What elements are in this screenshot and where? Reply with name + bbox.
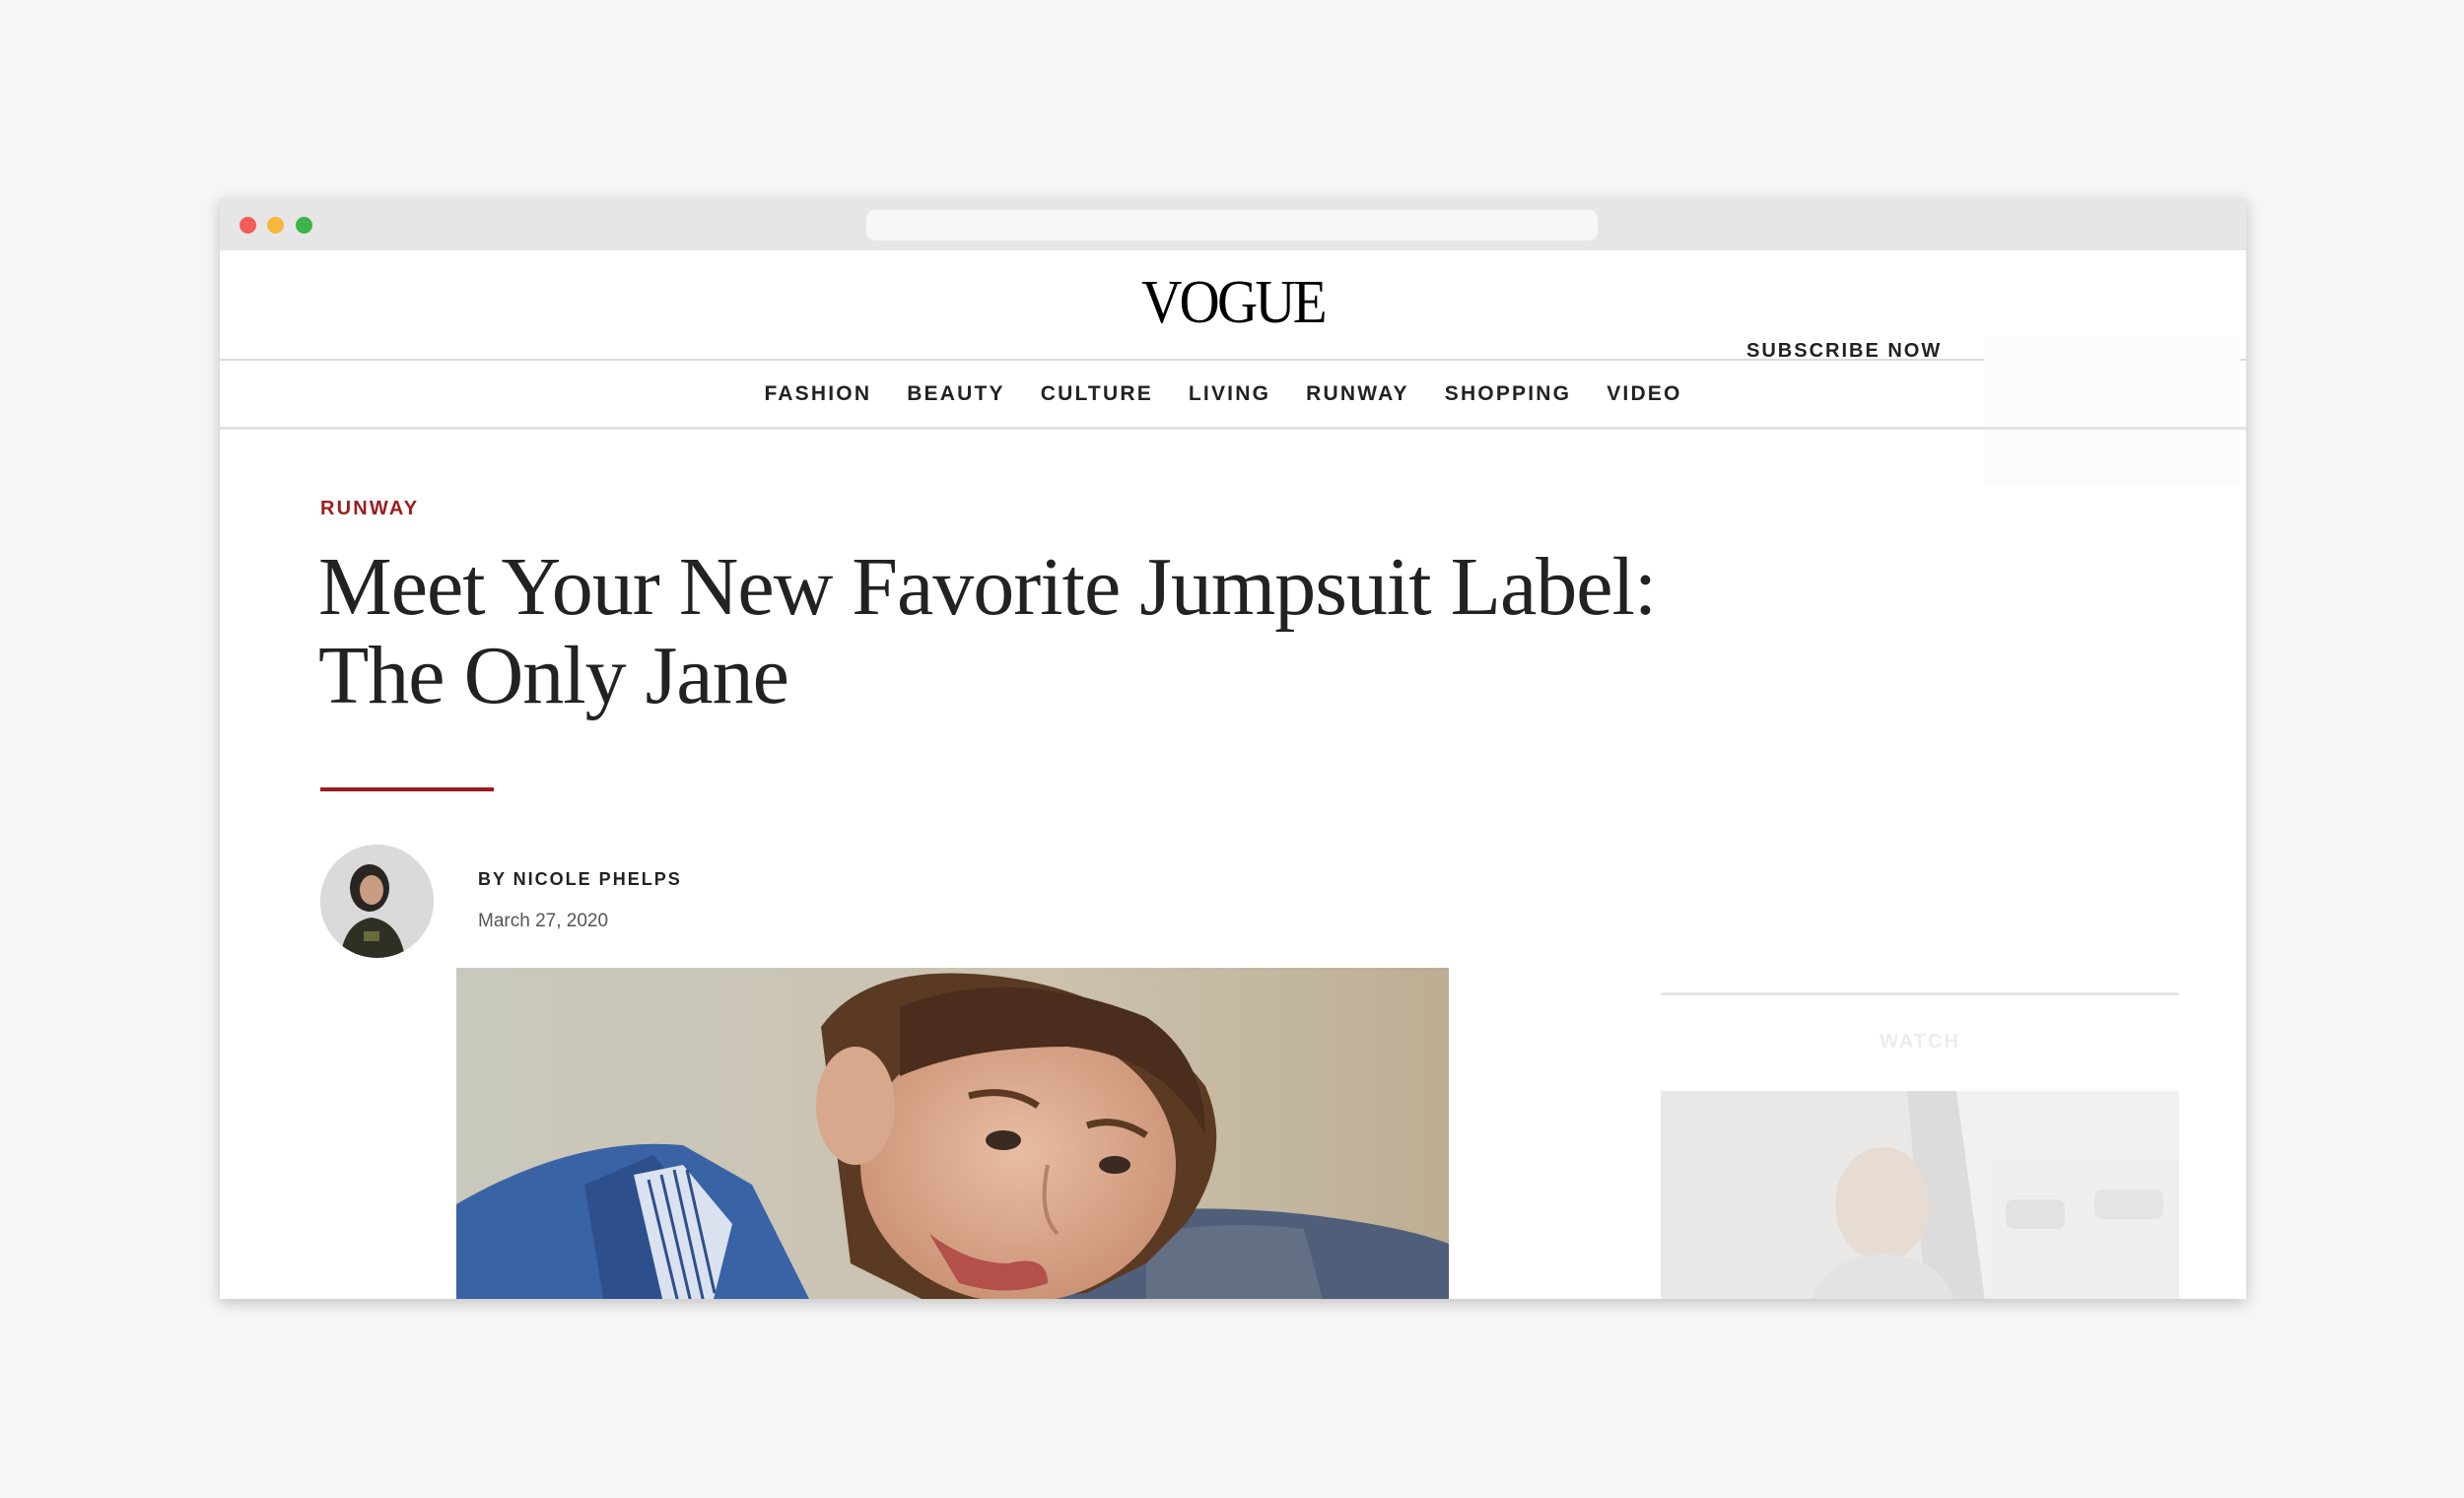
close-window-button[interactable]: [240, 217, 256, 234]
article-headline: Meet Your New Favorite Jumpsuit Label: T…: [318, 543, 1797, 720]
site-logo[interactable]: VOGUE: [301, 272, 2165, 333]
publish-date: March 27, 2020: [478, 911, 609, 931]
sidebar-video-thumbnail[interactable]: [1661, 1091, 2179, 1299]
nav-item-culture[interactable]: CULTURE: [1041, 382, 1153, 406]
browser-window: VOGUE SUBSCRIBE NOW FASHION BEAUTY CULTU…: [220, 198, 2246, 1299]
main-nav: FASHION BEAUTY CULTURE LIVING RUNWAY SHO…: [220, 361, 2246, 430]
nav-item-living[interactable]: LIVING: [1189, 382, 1270, 406]
minimize-window-button[interactable]: [267, 217, 284, 234]
nav-item-runway[interactable]: RUNWAY: [1306, 382, 1409, 406]
maximize-window-button[interactable]: [296, 217, 312, 234]
headline-divider: [320, 787, 494, 791]
nav-item-beauty[interactable]: BEAUTY: [907, 382, 1005, 406]
sidebar-watch-label: WATCH: [1880, 1031, 1960, 1053]
author-avatar[interactable]: [320, 845, 434, 958]
article-category-link[interactable]: RUNWAY: [320, 498, 419, 520]
headline-line-2: The Only Jane: [318, 630, 789, 721]
address-bar[interactable]: [866, 210, 1598, 240]
sidebar-divider: [1661, 992, 2179, 995]
browser-titlebar: [220, 198, 2246, 250]
author-byline[interactable]: BY NICOLE PHELPS: [478, 869, 682, 890]
headline-line-1: Meet Your New Favorite Jumpsuit Label:: [318, 541, 1657, 633]
nav-item-fashion[interactable]: FASHION: [764, 382, 871, 406]
nav-item-shopping[interactable]: SHOPPING: [1445, 382, 1571, 406]
site-header: VOGUE SUBSCRIBE NOW: [220, 250, 2246, 485]
hero-image: [456, 968, 1449, 1299]
nav-item-video[interactable]: VIDEO: [1607, 382, 1681, 406]
subscribe-button[interactable]: SUBSCRIBE NOW: [1746, 340, 1942, 363]
